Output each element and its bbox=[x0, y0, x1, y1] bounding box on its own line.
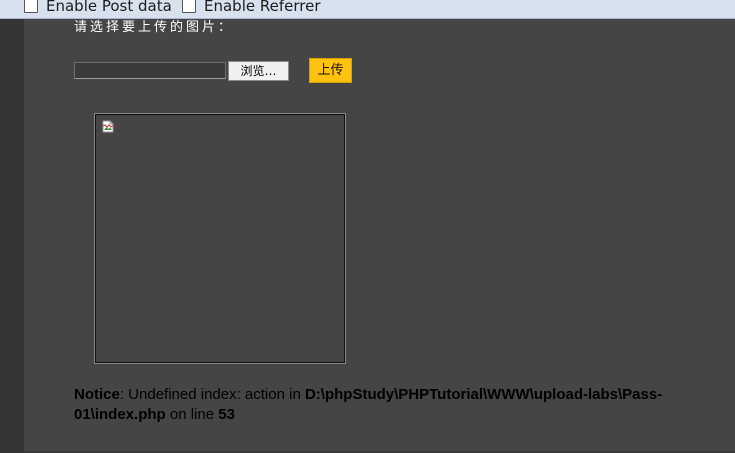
left-rail bbox=[0, 0, 24, 453]
notice-line-text: on line bbox=[165, 406, 219, 423]
enable-post-data-option[interactable]: Enable Post data bbox=[24, 0, 172, 15]
image-preview bbox=[94, 113, 346, 364]
browse-button[interactable]: 浏览… bbox=[228, 61, 289, 81]
file-path-field[interactable] bbox=[74, 62, 226, 79]
enable-referrer-checkbox[interactable] bbox=[182, 0, 196, 13]
enable-post-data-checkbox[interactable] bbox=[24, 0, 38, 13]
browser-viewport: Enable Post data Enable Referrer 请选择要上传的… bbox=[0, 0, 735, 453]
upload-prompt: 请选择要上传的图片： bbox=[74, 20, 235, 35]
broken-image-icon bbox=[102, 120, 114, 133]
php-notice: Notice: Undefined index: action in D:\ph… bbox=[74, 385, 714, 425]
enable-referrer-label: Enable Referrer bbox=[204, 0, 321, 15]
upload-button[interactable]: 上传 bbox=[309, 58, 352, 83]
enable-referrer-option[interactable]: Enable Referrer bbox=[182, 0, 320, 15]
notice-label: Notice bbox=[74, 386, 120, 403]
enable-post-data-label: Enable Post data bbox=[46, 0, 172, 15]
notice-line-number: 53 bbox=[218, 406, 235, 423]
notice-message: : Undefined index: action in bbox=[119, 386, 305, 403]
